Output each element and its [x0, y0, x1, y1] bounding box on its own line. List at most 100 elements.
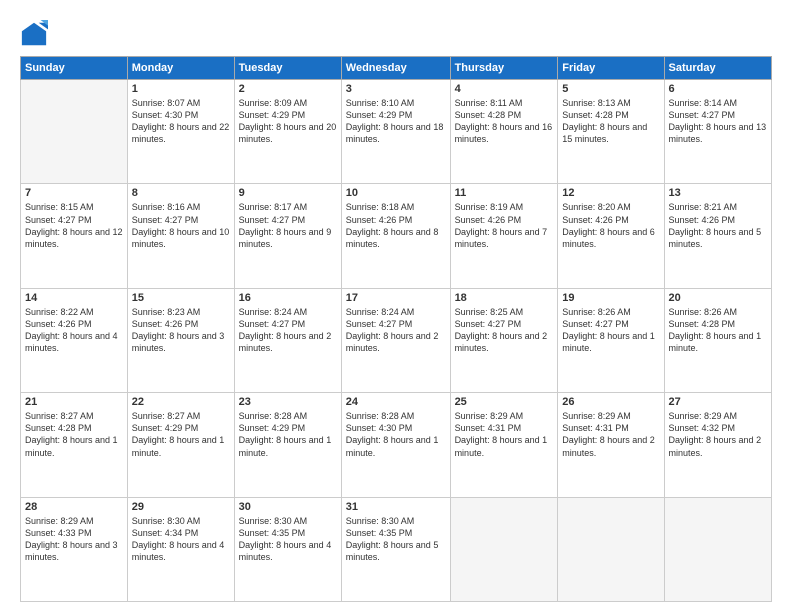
calendar-cell: 4 Sunrise: 8:11 AMSunset: 4:28 PMDaylight… [450, 80, 558, 184]
day-number: 20 [669, 292, 767, 304]
calendar-cell: 29 Sunrise: 8:30 AMSunset: 4:34 PMDayligh… [127, 497, 234, 601]
cell-details: Sunrise: 8:16 AMSunset: 4:27 PMDaylight:… [132, 201, 230, 250]
cell-details: Sunrise: 8:28 AMSunset: 4:29 PMDaylight:… [239, 410, 337, 459]
calendar-cell: 22 Sunrise: 8:27 AMSunset: 4:29 PMDayligh… [127, 393, 234, 497]
day-number: 2 [239, 83, 337, 95]
cell-details: Sunrise: 8:29 AMSunset: 4:33 PMDaylight:… [25, 515, 123, 564]
cell-details: Sunrise: 8:24 AMSunset: 4:27 PMDaylight:… [239, 306, 337, 355]
week-row-1: 1Sunrise: 8:07 AMSunset: 4:30 PMDaylight… [21, 80, 772, 184]
calendar-cell: 12Sunrise: 8:20 AMSunset: 4:26 PMDayligh… [558, 184, 664, 288]
calendar-cell: 21Sunrise: 8:27 AMSunset: 4:28 PMDayligh… [21, 393, 128, 497]
day-number: 29 [132, 501, 230, 513]
logo-icon [20, 20, 48, 48]
weekday-header-sunday: Sunday [21, 57, 128, 80]
calendar-cell: 8 Sunrise: 8:16 AMSunset: 4:27 PMDaylight… [127, 184, 234, 288]
calendar-cell: 31 Sunrise: 8:30 AMSunset: 4:35 PMDayligh… [341, 497, 450, 601]
day-number: 21 [25, 396, 123, 408]
day-number: 27 [669, 396, 767, 408]
calendar-cell: 1Sunrise: 8:07 AMSunset: 4:30 PMDaylight… [127, 80, 234, 184]
calendar-cell: 28Sunrise: 8:29 AMSunset: 4:33 PMDayligh… [21, 497, 128, 601]
logo [20, 20, 50, 48]
cell-details: Sunrise: 8:22 AMSunset: 4:26 PMDaylight:… [25, 306, 123, 355]
cell-details: Sunrise: 8:26 AMSunset: 4:27 PMDaylight:… [562, 306, 659, 355]
day-number: 8 [132, 187, 230, 199]
page: SundayMondayTuesdayWednesdayThursdayFrid… [0, 0, 792, 612]
day-number: 23 [239, 396, 337, 408]
cell-details: Sunrise: 8:27 AMSunset: 4:29 PMDaylight:… [132, 410, 230, 459]
calendar-cell: 18 Sunrise: 8:25 AMSunset: 4:27 PMDayligh… [450, 288, 558, 392]
day-number: 17 [346, 292, 446, 304]
day-number: 11 [455, 187, 554, 199]
day-number: 30 [239, 501, 337, 513]
day-number: 13 [669, 187, 767, 199]
cell-details: Sunrise: 8:18 AMSunset: 4:26 PMDaylight:… [346, 201, 446, 250]
weekday-header-friday: Friday [558, 57, 664, 80]
calendar-cell: 17 Sunrise: 8:24 AMSunset: 4:27 PMDayligh… [341, 288, 450, 392]
cell-details: Sunrise: 8:21 AMSunset: 4:26 PMDaylight:… [669, 201, 767, 250]
day-number: 10 [346, 187, 446, 199]
day-number: 7 [25, 187, 123, 199]
calendar-cell: 23 Sunrise: 8:28 AMSunset: 4:29 PMDayligh… [234, 393, 341, 497]
calendar-cell: 25 Sunrise: 8:29 AMSunset: 4:31 PMDayligh… [450, 393, 558, 497]
day-number: 14 [25, 292, 123, 304]
weekday-header-monday: Monday [127, 57, 234, 80]
cell-details: Sunrise: 8:25 AMSunset: 4:27 PMDaylight:… [455, 306, 554, 355]
weekday-header-tuesday: Tuesday [234, 57, 341, 80]
weekday-header-row: SundayMondayTuesdayWednesdayThursdayFrid… [21, 57, 772, 80]
day-number: 25 [455, 396, 554, 408]
weekday-header-saturday: Saturday [664, 57, 771, 80]
calendar-cell: 5Sunrise: 8:13 AMSunset: 4:28 PMDaylight… [558, 80, 664, 184]
day-number: 16 [239, 292, 337, 304]
calendar-cell: 13 Sunrise: 8:21 AMSunset: 4:26 PMDayligh… [664, 184, 771, 288]
cell-details: Sunrise: 8:09 AMSunset: 4:29 PMDaylight:… [239, 97, 337, 146]
day-number: 6 [669, 83, 767, 95]
week-row-5: 28Sunrise: 8:29 AMSunset: 4:33 PMDayligh… [21, 497, 772, 601]
day-number: 26 [562, 396, 659, 408]
week-row-2: 7 Sunrise: 8:15 AMSunset: 4:27 PMDaylight… [21, 184, 772, 288]
cell-details: Sunrise: 8:24 AMSunset: 4:27 PMDaylight:… [346, 306, 446, 355]
day-number: 12 [562, 187, 659, 199]
cell-details: Sunrise: 8:11 AMSunset: 4:28 PMDaylight:… [455, 97, 554, 146]
cell-details: Sunrise: 8:19 AMSunset: 4:26 PMDaylight:… [455, 201, 554, 250]
day-number: 31 [346, 501, 446, 513]
calendar-cell: 27 Sunrise: 8:29 AMSunset: 4:32 PMDayligh… [664, 393, 771, 497]
cell-details: Sunrise: 8:29 AMSunset: 4:32 PMDaylight:… [669, 410, 767, 459]
cell-details: Sunrise: 8:30 AMSunset: 4:35 PMDaylight:… [346, 515, 446, 564]
cell-details: Sunrise: 8:29 AMSunset: 4:31 PMDaylight:… [562, 410, 659, 459]
cell-details: Sunrise: 8:30 AMSunset: 4:34 PMDaylight:… [132, 515, 230, 564]
calendar-cell [558, 497, 664, 601]
cell-details: Sunrise: 8:17 AMSunset: 4:27 PMDaylight:… [239, 201, 337, 250]
day-number: 15 [132, 292, 230, 304]
calendar-cell: 9Sunrise: 8:17 AMSunset: 4:27 PMDaylight… [234, 184, 341, 288]
calendar-cell: 2 Sunrise: 8:09 AMSunset: 4:29 PMDaylight… [234, 80, 341, 184]
week-row-4: 21Sunrise: 8:27 AMSunset: 4:28 PMDayligh… [21, 393, 772, 497]
calendar-cell: 14 Sunrise: 8:22 AMSunset: 4:26 PMDayligh… [21, 288, 128, 392]
calendar-cell: 10 Sunrise: 8:18 AMSunset: 4:26 PMDayligh… [341, 184, 450, 288]
calendar-cell: 26 Sunrise: 8:29 AMSunset: 4:31 PMDayligh… [558, 393, 664, 497]
calendar-cell: 30 Sunrise: 8:30 AMSunset: 4:35 PMDayligh… [234, 497, 341, 601]
cell-details: Sunrise: 8:13 AMSunset: 4:28 PMDaylight:… [562, 97, 659, 146]
cell-details: Sunrise: 8:29 AMSunset: 4:31 PMDaylight:… [455, 410, 554, 459]
calendar-cell: 24 Sunrise: 8:28 AMSunset: 4:30 PMDayligh… [341, 393, 450, 497]
calendar-cell: 3Sunrise: 8:10 AMSunset: 4:29 PMDaylight… [341, 80, 450, 184]
calendar-cell [450, 497, 558, 601]
day-number: 24 [346, 396, 446, 408]
day-number: 22 [132, 396, 230, 408]
calendar-cell: 20Sunrise: 8:26 AMSunset: 4:28 PMDayligh… [664, 288, 771, 392]
day-number: 19 [562, 292, 659, 304]
cell-details: Sunrise: 8:30 AMSunset: 4:35 PMDaylight:… [239, 515, 337, 564]
day-number: 3 [346, 83, 446, 95]
cell-details: Sunrise: 8:28 AMSunset: 4:30 PMDaylight:… [346, 410, 446, 459]
calendar-cell [21, 80, 128, 184]
day-number: 18 [455, 292, 554, 304]
day-number: 4 [455, 83, 554, 95]
cell-details: Sunrise: 8:14 AMSunset: 4:27 PMDaylight:… [669, 97, 767, 146]
calendar-cell: 11 Sunrise: 8:19 AMSunset: 4:26 PMDayligh… [450, 184, 558, 288]
cell-details: Sunrise: 8:15 AMSunset: 4:27 PMDaylight:… [25, 201, 123, 250]
week-row-3: 14 Sunrise: 8:22 AMSunset: 4:26 PMDayligh… [21, 288, 772, 392]
cell-details: Sunrise: 8:23 AMSunset: 4:26 PMDaylight:… [132, 306, 230, 355]
calendar-cell: 16 Sunrise: 8:24 AMSunset: 4:27 PMDayligh… [234, 288, 341, 392]
calendar-cell: 7 Sunrise: 8:15 AMSunset: 4:27 PMDaylight… [21, 184, 128, 288]
day-number: 1 [132, 83, 230, 95]
calendar-cell: 15 Sunrise: 8:23 AMSunset: 4:26 PMDayligh… [127, 288, 234, 392]
